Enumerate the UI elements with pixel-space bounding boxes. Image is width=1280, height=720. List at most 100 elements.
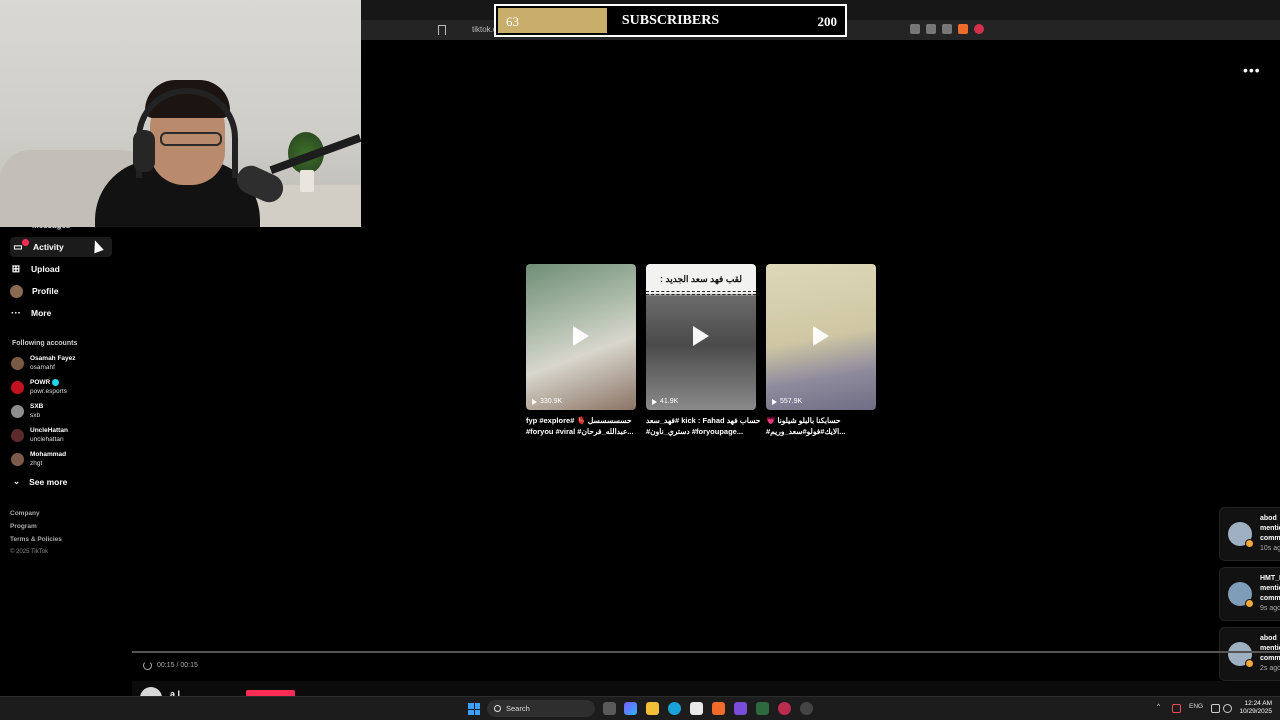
sidebar: Messages ▭ Activity ⊞ Upload Profile ···… — [0, 216, 130, 696]
notification-text: comm — [1260, 595, 1280, 602]
brave-shields-icon[interactable] — [958, 24, 968, 34]
caption-line: 💗 حسابكنا بالبلو شيلونا — [766, 416, 841, 425]
cast-icon[interactable] — [926, 24, 936, 34]
following-account[interactable]: Mohammad zhgt — [11, 451, 66, 468]
notification-toast[interactable]: abodmenticcomm2s ago — [1219, 627, 1280, 681]
following-account[interactable]: POWR powr.esports — [11, 379, 67, 396]
video-caption[interactable]: حسسسسسل 🫀 #fyp #explore #foryou #viral #… — [526, 415, 644, 437]
profile-avatar — [10, 284, 23, 298]
video-caption[interactable]: 💗 حسابكنا بالبلو شيلونا #الايك#فولو#سعد_… — [766, 415, 884, 437]
video-thumbnail[interactable]: 557.9K — [766, 264, 876, 410]
more-options-icon[interactable]: ••• — [1243, 62, 1261, 78]
account-handle: powr.esports — [30, 387, 67, 395]
taskbar-search[interactable]: Search — [487, 700, 595, 717]
avatar — [11, 429, 24, 442]
windows-start-icon[interactable] — [468, 703, 480, 715]
discord-icon[interactable] — [734, 702, 747, 715]
obs-icon[interactable] — [800, 702, 813, 715]
search-icon — [494, 705, 501, 712]
avatar — [1228, 522, 1254, 548]
account-name: UncleHattan — [30, 427, 68, 434]
brave-rewards-icon[interactable] — [974, 24, 984, 34]
caption-line: #دستري_ناون #foryoupage... — [646, 427, 744, 436]
following-account[interactable]: SXB sxb — [11, 403, 43, 420]
following-account[interactable]: UncleHattan unclehattan — [11, 427, 68, 444]
account-name: Osamah Fayez — [30, 355, 76, 362]
video-card[interactable]: 557.9K 💗 حسابكنا بالبلو شيلونا #الايك#فو… — [766, 264, 876, 437]
video-card[interactable]: لقب فهد سعد الجديد : 41.9K فهد_سعد# kick… — [646, 264, 760, 437]
see-more-label: See more — [29, 476, 68, 487]
store-icon[interactable] — [690, 702, 703, 715]
microphone-tray-icon[interactable] — [1172, 704, 1181, 713]
activity-icon: ▭ — [12, 239, 29, 253]
network-icon[interactable] — [1211, 704, 1220, 713]
avatar — [1228, 642, 1254, 668]
volume-icon[interactable] — [1223, 704, 1232, 713]
caption-line: فهد_سعد# kick : Fahad حساب فهد — [646, 416, 761, 425]
caption-line: حسسسسسل 🫀 #fyp #explore — [526, 416, 632, 425]
notification-user: abod — [1260, 515, 1277, 522]
view-count-label: 41.9K — [660, 398, 679, 405]
share-icon[interactable] — [942, 24, 952, 34]
video-thumbnail[interactable]: لقب فهد سعد الجديد : 41.9K — [646, 264, 756, 410]
edge-icon[interactable] — [668, 702, 681, 715]
sidebar-item-profile[interactable]: Profile — [10, 281, 58, 301]
notification-time: 10s ag — [1260, 545, 1280, 552]
sidebar-item-label: Activity — [33, 242, 64, 252]
taskbar-clock[interactable]: 12:24 AM 10/29/2025 — [1238, 700, 1272, 716]
video-caption[interactable]: فهد_سعد# kick : Fahad حساب فهد #دستري_نا… — [646, 415, 764, 437]
account-handle: osamahf — [30, 363, 55, 371]
subscriber-goal-bar: 63 SUBSCRIBERS 200 — [494, 4, 847, 37]
see-more-button[interactable]: ⌄ See more — [13, 476, 67, 487]
file-explorer-icon[interactable] — [646, 702, 659, 715]
footer-link-terms[interactable]: Terms & Policies — [10, 536, 62, 543]
avatar — [11, 453, 24, 466]
footer-link-program[interactable]: Program — [10, 523, 37, 530]
copilot-icon[interactable] — [624, 702, 637, 715]
replay-icon[interactable] — [143, 661, 152, 670]
notification-toast[interactable]: abod mentic comm 10s ag — [1219, 507, 1280, 561]
tray-overflow-icon[interactable]: ^ — [1157, 703, 1160, 710]
upload-icon: ⊞ — [11, 263, 21, 275]
bookmark-icon[interactable] — [438, 25, 446, 35]
video-thumbnail[interactable]: 330.9K — [526, 264, 636, 410]
sidebar-item-more[interactable]: ··· More — [10, 303, 51, 323]
comment-badge-icon — [1245, 539, 1254, 548]
caption-line: #الايك#فولو#سعد_وريم... — [766, 427, 846, 436]
account-handle: unclehattan — [30, 435, 64, 443]
clock-time: 12:24 AM — [1244, 700, 1272, 707]
following-account[interactable]: Osamah Fayez osamahf — [11, 355, 76, 372]
caption-line: #foryou #viral #عبدالله_فرحان... — [526, 427, 634, 436]
language-indicator[interactable]: ENG — [1189, 703, 1203, 710]
avatar — [11, 381, 24, 395]
view-count: 41.9K — [652, 398, 678, 405]
reader-icon[interactable] — [910, 24, 920, 34]
video-card[interactable]: 330.9K حسسسسسل 🫀 #fyp #explore #foryou #… — [526, 264, 636, 437]
notification-time: 9s ago — [1260, 605, 1280, 612]
sidebar-item-label: Upload — [31, 264, 60, 274]
play-icon — [813, 326, 829, 346]
plant-pot — [300, 170, 314, 192]
copyright: © 2025 TikTok — [10, 549, 49, 555]
notification-badge — [22, 239, 29, 246]
webcam-overlay — [0, 0, 361, 227]
comment-badge-icon — [1245, 599, 1254, 608]
notification-text: mentic — [1260, 525, 1280, 532]
task-view-icon[interactable] — [603, 702, 616, 715]
play-count-icon — [772, 398, 777, 405]
notification-toast[interactable]: HMT_Imentic comm 9s ago — [1219, 567, 1280, 621]
excel-icon[interactable] — [756, 702, 769, 715]
play-count-icon — [532, 398, 537, 405]
extension-icons — [910, 24, 984, 34]
thumbnail-text: لقب فهد سعد الجديد : — [660, 274, 742, 284]
app-icon[interactable] — [778, 702, 791, 715]
video-progress-bar[interactable] — [132, 651, 1280, 653]
sidebar-item-upload[interactable]: ⊞ Upload — [10, 259, 60, 279]
footer-link-company[interactable]: Company — [10, 510, 40, 517]
account-name: POWR — [30, 379, 51, 387]
comment-badge-icon — [1245, 659, 1254, 668]
following-accounts-heading: Following accounts — [12, 340, 78, 347]
notification-text: comm — [1260, 655, 1280, 662]
brave-browser-icon[interactable] — [712, 702, 725, 715]
thumbnail-divider — [646, 291, 756, 295]
